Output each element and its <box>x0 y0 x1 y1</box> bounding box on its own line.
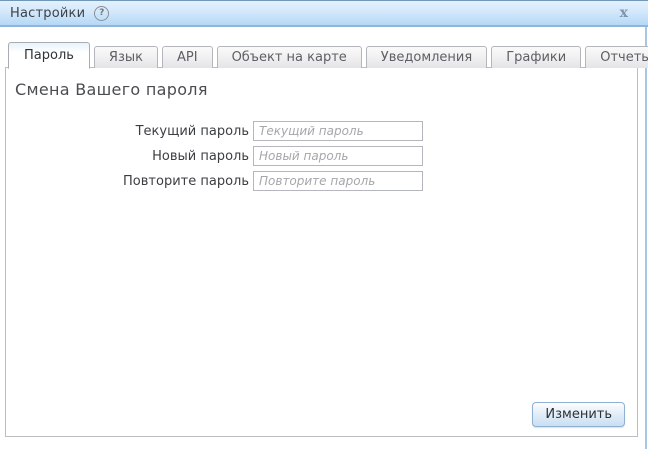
password-form: Текущий пароль Новый пароль Повторите па… <box>6 121 637 196</box>
form-row-repeat-password: Повторите пароль <box>6 171 637 191</box>
tab-language[interactable]: Язык <box>93 46 158 68</box>
settings-dialog: { "window": { "title": "Настройки", "hel… <box>0 0 648 449</box>
tab-password[interactable]: Пароль <box>8 42 90 69</box>
tab-strip: Пароль Язык API Объект на карте Уведомле… <box>8 41 648 69</box>
tab-api[interactable]: API <box>161 46 213 68</box>
titlebar: Настройки ? x <box>0 0 648 27</box>
change-password-button[interactable]: Изменить <box>532 402 625 427</box>
window-title: Настройки <box>10 5 86 21</box>
password-panel: Смена Вашего пароля Текущий пароль Новый… <box>5 67 638 437</box>
panel-heading: Смена Вашего пароля <box>15 80 208 99</box>
tab-charts[interactable]: Графики <box>491 46 582 68</box>
form-row-current-password: Текущий пароль <box>6 121 637 141</box>
current-password-label: Текущий пароль <box>135 123 249 139</box>
tab-notifications[interactable]: Уведомления <box>365 46 488 68</box>
repeat-password-label: Повторите пароль <box>123 173 249 189</box>
repeat-password-field[interactable] <box>253 171 423 191</box>
form-row-new-password: Новый пароль <box>6 146 637 166</box>
help-icon[interactable]: ? <box>94 5 110 21</box>
tab-map-object[interactable]: Объект на карте <box>216 46 362 68</box>
new-password-label: Новый пароль <box>152 148 249 164</box>
new-password-field[interactable] <box>253 146 423 166</box>
close-icon[interactable]: x <box>616 6 638 20</box>
tab-reports[interactable]: Отчеты <box>585 46 648 68</box>
window-right-border <box>645 27 647 449</box>
current-password-field[interactable] <box>253 121 423 141</box>
